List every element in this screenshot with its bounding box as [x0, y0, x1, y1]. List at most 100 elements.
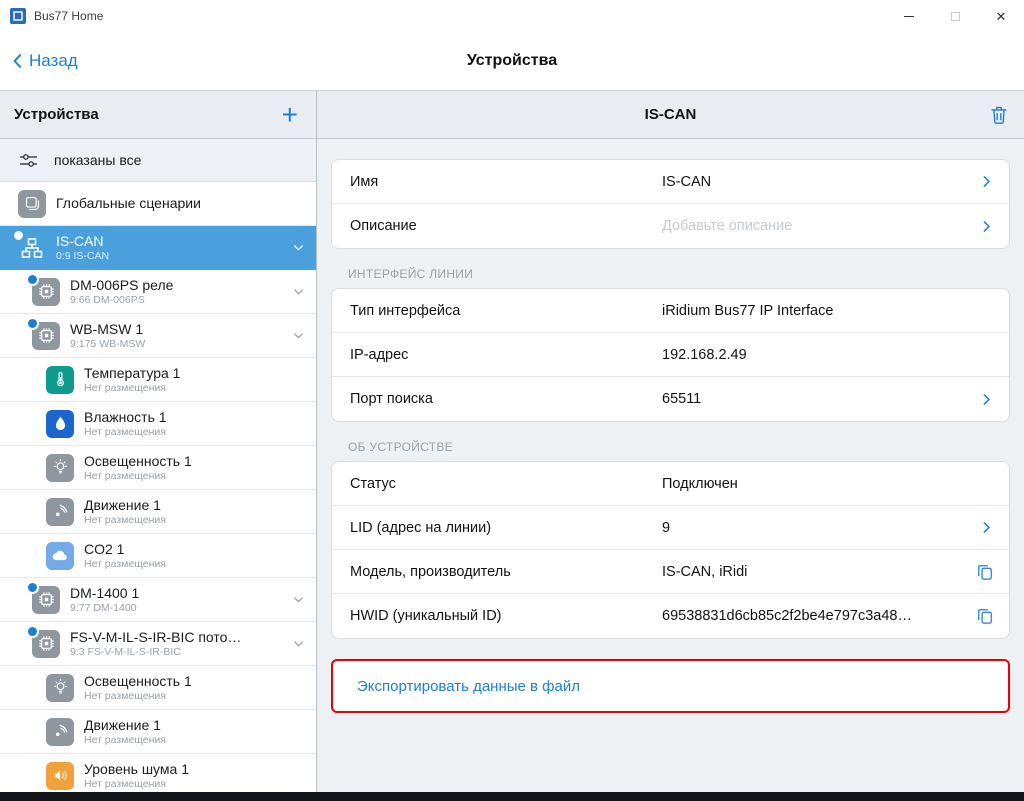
bulb-icon — [46, 454, 74, 482]
sidebar-item[interactable]: Влажность 1Нет размещения — [0, 402, 316, 446]
item-subtitle: 9:3 FS-V-M-IL-S-IR-BIC — [70, 646, 285, 659]
sidebar-item[interactable]: Глобальные сценарии — [0, 182, 316, 226]
sound-icon — [46, 762, 74, 790]
app-icon — [10, 8, 26, 24]
setting-row[interactable]: Описание Добавьте описание — [332, 204, 1009, 248]
sidebar-item[interactable]: WB-MSW 19:175 WB-MSW — [0, 314, 316, 358]
setting-label: Описание — [350, 218, 417, 234]
item-text: Глобальные сценарии — [56, 194, 306, 212]
export-label: Экспортировать данные в файл — [357, 678, 580, 695]
sidebar-item[interactable]: Движение 1Нет размещения — [0, 710, 316, 754]
chevron-right-icon — [978, 173, 995, 190]
item-title: Уровень шума 1 — [84, 760, 306, 778]
setting-label: Имя — [350, 174, 378, 190]
setting-value: IS-CAN — [662, 174, 961, 190]
item-text: Температура 1Нет размещения — [84, 364, 306, 395]
setting-row[interactable]: Тип интерфейсаiRidium Bus77 IP Interface — [332, 289, 1009, 333]
devices-sidebar: Устройства + показаны все Глобальные сце… — [0, 91, 317, 792]
close-button[interactable]: ✕ — [978, 0, 1024, 32]
item-text: DM-006PS реле9:66 DM-006PS — [70, 276, 285, 307]
item-title: Глобальные сценарии — [56, 194, 306, 212]
setting-value: 192.168.2.49 — [662, 347, 961, 363]
setting-row[interactable]: IP-адрес 192.168.2.49 — [332, 333, 1009, 377]
maximize-button[interactable] — [932, 0, 978, 32]
sidebar-item[interactable]: DM-006PS реле9:66 DM-006PS — [0, 270, 316, 314]
item-text: Влажность 1Нет размещения — [84, 408, 306, 439]
setting-label: IP-адрес — [350, 347, 408, 363]
status-dot — [28, 583, 37, 592]
filter-row[interactable]: показаны все — [0, 139, 316, 182]
sidebar-item[interactable]: Уровень шума 1Нет размещения — [0, 754, 316, 792]
chip-icon — [32, 322, 60, 350]
item-title: DM-1400 1 — [70, 584, 285, 602]
setting-row[interactable]: LID (адрес на линии) 9 — [332, 506, 1009, 550]
drop-icon — [46, 410, 74, 438]
setting-row[interactable]: СтатусПодключен — [332, 462, 1009, 506]
item-subtitle: 9:66 DM-006PS — [70, 294, 285, 307]
nav-header: Назад Устройства — [0, 32, 1024, 91]
export-data-button[interactable]: Экспортировать данные в файл — [331, 659, 1010, 713]
item-title: FS-V-M-IL-S-IR-BIC пото… — [70, 628, 285, 646]
sidebar-item[interactable]: IS-CAN0:9 IS-CAN — [0, 226, 316, 270]
chevron-right-icon — [978, 519, 995, 536]
chevron-left-icon — [8, 51, 28, 71]
item-subtitle: Нет размещения — [84, 382, 306, 395]
copy-button[interactable] — [975, 562, 995, 582]
sidebar-item[interactable]: Освещенность 1Нет размещения — [0, 446, 316, 490]
app-window: Bus77 Home ✕ Назад Устройства Устройства… — [0, 0, 1024, 801]
item-title: DM-006PS реле — [70, 276, 285, 294]
setting-value: 69538831d6cb85c2f2be4e797c3a48… — [662, 608, 961, 624]
sidebar-item[interactable]: DM-1400 19:77 DM-1400 — [0, 578, 316, 622]
item-subtitle: Нет размещения — [84, 470, 306, 483]
sidebar-item[interactable]: Освещенность 1Нет размещения — [0, 666, 316, 710]
chevron-down-icon — [291, 328, 306, 343]
setting-row[interactable]: Порт поиска65511 — [332, 377, 1009, 421]
back-label: Назад — [29, 51, 78, 71]
item-subtitle: Нет размещения — [84, 514, 306, 527]
copy-button[interactable] — [975, 606, 995, 626]
status-dot — [14, 231, 23, 240]
back-button[interactable]: Назад — [8, 51, 78, 71]
sidebar-item[interactable]: Температура 1Нет размещения — [0, 358, 316, 402]
settings-card: Тип интерфейсаiRidium Bus77 IP Interface… — [331, 288, 1010, 422]
motion-icon — [46, 498, 74, 526]
settings-card: СтатусПодключен LID (адрес на линии) 9 Моде… — [331, 461, 1010, 639]
item-text: Движение 1Нет размещения — [84, 496, 306, 527]
chevron-right-icon — [978, 218, 995, 235]
maximize-icon — [951, 12, 960, 21]
window-title: Bus77 Home — [34, 9, 103, 23]
setting-label: HWID (уникальный ID) — [350, 608, 502, 624]
item-title: CO2 1 — [84, 540, 306, 558]
scenarios-icon — [18, 190, 46, 218]
settings-card: Имя IS-CAN Описание Добавьте описание — [331, 159, 1010, 249]
item-title: Освещенность 1 — [84, 452, 306, 470]
delete-device-button[interactable] — [988, 91, 1010, 138]
chevron-down-icon — [291, 592, 306, 607]
item-title: Влажность 1 — [84, 408, 306, 426]
sidebar-item[interactable]: Движение 1Нет размещения — [0, 490, 316, 534]
setting-label: LID (адрес на линии) — [350, 520, 491, 536]
item-subtitle: Нет размещения — [84, 558, 306, 571]
setting-row[interactable]: HWID (уникальный ID) 69538831d6cb85c2f2be… — [332, 594, 1009, 638]
setting-value: 9 — [662, 520, 961, 536]
bulb-icon — [46, 674, 74, 702]
detail-content: ИмяIS-CANОписаниеДобавьте описаниеИНТЕРФ… — [317, 139, 1024, 792]
setting-row[interactable]: Имя IS-CAN — [332, 160, 1009, 204]
sidebar-item[interactable]: FS-V-M-IL-S-IR-BIC пото…9:3 FS-V-M-IL-S-… — [0, 622, 316, 666]
title-bar: Bus77 Home ✕ — [0, 0, 1024, 32]
chevron-down-icon — [291, 284, 306, 299]
setting-label: Статус — [350, 476, 396, 492]
sidebar-item[interactable]: CO2 1Нет размещения — [0, 534, 316, 578]
chip-icon — [32, 586, 60, 614]
motion-icon — [46, 718, 74, 746]
cloud-icon — [46, 542, 74, 570]
item-title: Освещенность 1 — [84, 672, 306, 690]
chip-icon — [32, 278, 60, 306]
minimize-button[interactable] — [886, 0, 932, 32]
setting-row[interactable]: Модель, производительIS-CAN, iRidi — [332, 550, 1009, 594]
setting-value: Добавьте описание — [662, 218, 961, 234]
item-subtitle: Нет размещения — [84, 690, 306, 703]
setting-label: Модель, производитель — [350, 564, 511, 580]
add-device-button[interactable]: + — [282, 102, 302, 128]
thermometer-icon — [46, 366, 74, 394]
